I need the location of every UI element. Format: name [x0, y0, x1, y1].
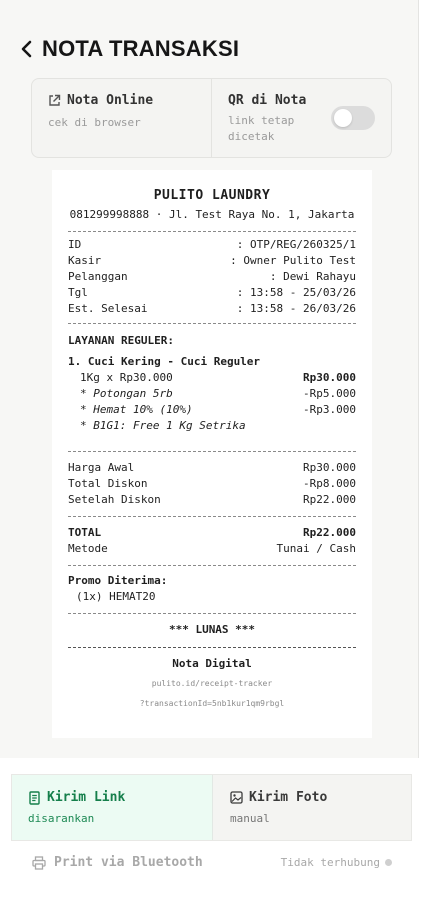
image-icon: [230, 791, 243, 804]
summary-label: Harga Awal: [68, 461, 135, 474]
info-value: : 13:58 - 26/03/26: [236, 302, 356, 315]
promo-title: Promo Diterima:: [68, 574, 168, 587]
receipt-paper: PULITO LAUNDRY 081299998888 · Jl. Test R…: [52, 170, 372, 738]
send-link-subtitle: disarankan: [28, 812, 95, 825]
item-amount: Rp30.000: [303, 371, 356, 384]
info-row: Kasir : Owner Pulito Test: [68, 253, 356, 269]
store-name: PULITO LAUNDRY: [153, 188, 271, 203]
method-row: Metode Tunai / Cash: [68, 541, 356, 557]
qr-subtitle: link tetap dicetak: [228, 114, 295, 143]
nota-online-option[interactable]: Nota Online cek di browser: [32, 79, 212, 157]
qr-toggle[interactable]: [331, 106, 375, 130]
divider: [68, 451, 356, 452]
page-title: NOTA TRANSAKSI: [42, 36, 240, 61]
info-label: Tgl: [68, 286, 88, 299]
discount-label: * Potongan 5rb: [80, 387, 173, 400]
printer-icon: [32, 855, 46, 870]
nota-online-label: Nota Online: [67, 93, 154, 108]
info-value: : Owner Pulito Test: [230, 254, 356, 267]
summary-label: Setelah Diskon: [68, 493, 161, 506]
print-bluetooth-button[interactable]: Print via Bluetooth: [32, 855, 203, 870]
send-photo-title-row: Kirim Foto: [230, 790, 411, 805]
print-bluetooth-label: Print via Bluetooth: [54, 855, 203, 870]
info-label: Est. Selesai: [68, 302, 148, 315]
header: NOTA TRANSAKSI: [20, 36, 239, 62]
total-label: TOTAL: [68, 526, 102, 539]
summary: Harga Awal Rp30.000 Total Diskon -Rp8.000 …: [68, 460, 356, 508]
summary-label: Total Diskon: [68, 477, 148, 490]
info-label: Pelanggan: [68, 270, 128, 283]
divider: [68, 231, 356, 232]
send-photo-label: Kirim Foto: [249, 790, 328, 805]
info-value: : 13:58 - 25/03/26: [236, 286, 356, 299]
info-label: ID: [68, 238, 82, 251]
chevron-left-icon[interactable]: [20, 40, 34, 58]
send-link-label: Kirim Link: [47, 790, 126, 805]
send-options: Kirim Link disarankan Kirim Foto manual: [11, 774, 412, 841]
bottom-actions: Kirim Link disarankan Kirim Foto manual: [0, 758, 422, 902]
method-value: Tunai / Cash: [276, 542, 356, 555]
summary-row: Harga Awal Rp30.000: [68, 460, 356, 476]
info-label: Kasir: [68, 254, 102, 267]
qr-option: QR di Nota link tetap dicetak: [212, 79, 391, 157]
summary-row: Setelah Diskon Rp22.000: [68, 492, 356, 508]
total-row: TOTAL Rp22.000: [68, 525, 356, 541]
divider: [68, 565, 356, 566]
transaction-id-link[interactable]: ?transactionId=5nb1kur1qm9rbgl: [68, 696, 356, 712]
divider: [68, 613, 356, 614]
receipt-screen: NOTA TRANSAKSI Nota Online cek di browse…: [0, 0, 419, 758]
discount-row: * Hemat 10% (10%) -Rp3.000: [68, 402, 356, 418]
info-row: ID : OTP/REG/260325/1: [68, 237, 356, 253]
receipt-info: ID : OTP/REG/260325/1 Kasir : Owner Pulito…: [68, 237, 356, 317]
info-row: Pelanggan : Dewi Rahayu: [68, 269, 356, 285]
summary-row: Total Diskon -Rp8.000: [68, 476, 356, 492]
qr-toggle-knob: [334, 109, 352, 127]
info-row: Est. Selesai : 13:58 - 26/03/26: [68, 301, 356, 317]
discount-row: * B1G1: Free 1 Kg Setrika: [68, 418, 356, 434]
document-icon: [29, 790, 40, 805]
nota-online-title-row: Nota Online: [48, 93, 211, 108]
send-photo-button[interactable]: Kirim Foto manual: [213, 775, 411, 840]
store-address: 081299998888 · Jl. Test Raya No. 1, Jaka…: [69, 208, 355, 221]
summary-value: -Rp8.000: [303, 477, 356, 490]
external-link-icon: [49, 94, 61, 106]
item-qty: 1Kg x Rp30.000: [80, 371, 173, 384]
item-name: 1. Cuci Kering - Cuci Reguler: [68, 355, 261, 368]
discount-label: * B1G1: Free 1 Kg Setrika: [80, 419, 246, 432]
method-label: Metode: [68, 542, 108, 555]
divider: [68, 516, 356, 517]
discount-row: * Potongan 5rb -Rp5.000: [68, 386, 356, 402]
discount-label: * Hemat 10% (10%): [80, 403, 193, 416]
divider: [68, 647, 356, 648]
item-qty-row: 1Kg x Rp30.000 Rp30.000: [68, 370, 356, 386]
digital-receipt-title: Nota Digital: [172, 657, 252, 670]
receipt-tracker-link[interactable]: pulito.id/receipt-tracker: [68, 676, 356, 692]
service-section-title: LAYANAN REGULER:: [68, 334, 174, 347]
bluetooth-print-row: Print via Bluetooth Tidak terhubung: [32, 855, 392, 870]
nota-online-subtitle: cek di browser: [48, 116, 141, 129]
divider: [68, 323, 356, 324]
send-photo-subtitle: manual: [230, 812, 270, 825]
send-link-button[interactable]: Kirim Link disarankan: [12, 775, 213, 840]
receipt-options-card: Nota Online cek di browser QR di Nota li…: [31, 78, 392, 158]
summary-value: Rp22.000: [303, 493, 356, 506]
send-link-title-row: Kirim Link: [28, 790, 212, 805]
printer-connection-status: Tidak terhubung: [281, 856, 392, 869]
info-row: Tgl : 13:58 - 25/03/26: [68, 285, 356, 301]
total-value: Rp22.000: [303, 526, 356, 539]
payment-status: *** LUNAS ***: [168, 623, 256, 636]
info-value: : Dewi Rahayu: [269, 270, 356, 283]
status-dot-icon: [385, 859, 392, 866]
qr-label: QR di Nota: [228, 93, 307, 108]
summary-value: Rp30.000: [303, 461, 356, 474]
discount-amount: -Rp3.000: [303, 403, 356, 416]
discount-amount: -Rp5.000: [303, 387, 356, 400]
promo-line: (1x) HEMAT20: [76, 590, 156, 603]
info-value: : OTP/REG/260325/1: [236, 238, 356, 251]
printer-status-text: Tidak terhubung: [280, 856, 380, 869]
